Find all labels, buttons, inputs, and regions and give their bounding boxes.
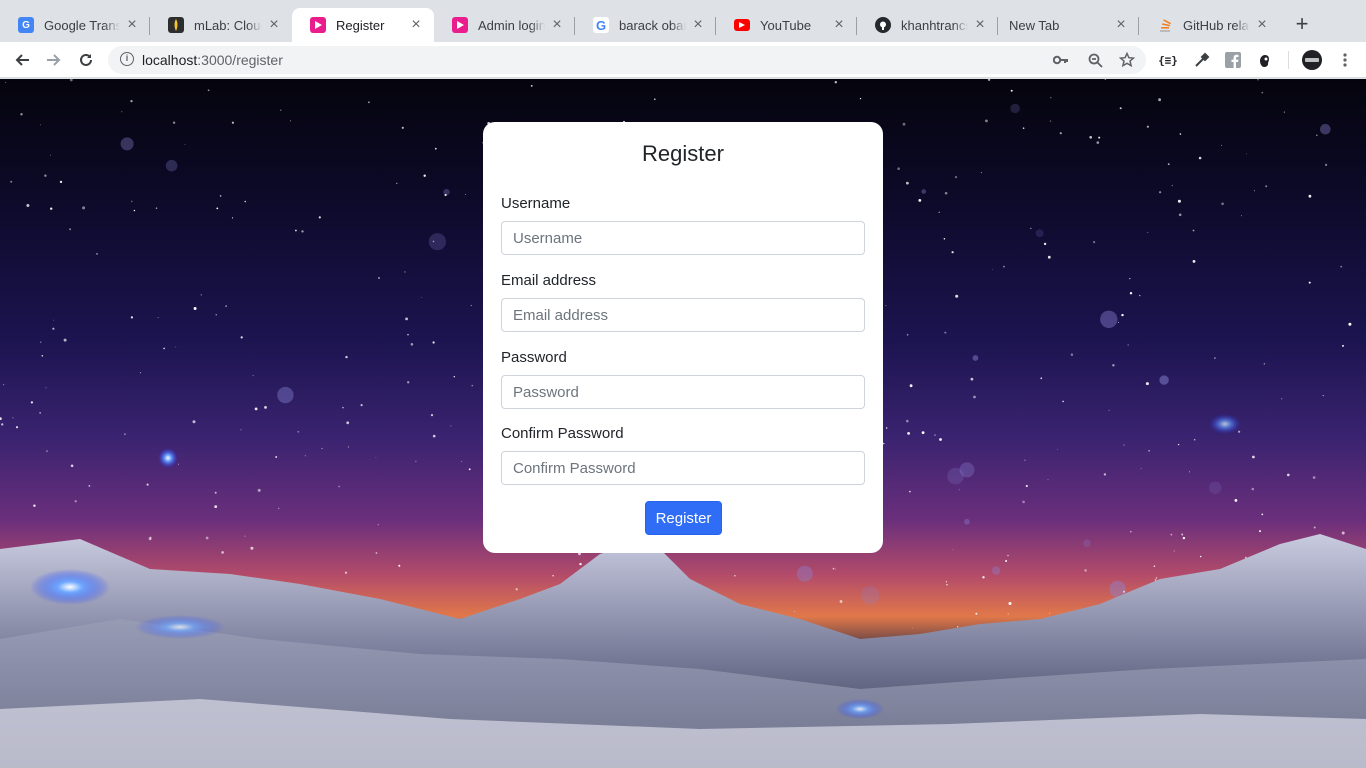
close-icon[interactable]: ×: [690, 17, 706, 33]
tab-youtube[interactable]: YouTube ×: [716, 8, 857, 42]
reload-button[interactable]: [74, 48, 98, 72]
github-icon: [875, 17, 891, 33]
tab-github-profile[interactable]: khanhtrancse ×: [857, 8, 998, 42]
username-input[interactable]: [501, 221, 865, 255]
info-icon[interactable]: i: [120, 52, 134, 66]
tab-title: New Tab: [1009, 17, 1060, 33]
new-tab-button[interactable]: +: [1290, 13, 1314, 37]
tab-title: khanhtrancse: [901, 17, 968, 33]
close-icon[interactable]: ×: [972, 17, 988, 33]
url-path: :3000/register: [197, 52, 283, 68]
tab-title: YouTube: [760, 17, 812, 33]
key-icon[interactable]: [1052, 51, 1070, 69]
close-icon[interactable]: ×: [831, 17, 847, 33]
confirm-password-label: Confirm Password: [501, 425, 624, 442]
email-input[interactable]: [501, 298, 865, 332]
tab-title: mLab: Cloud-: [194, 17, 262, 33]
forward-arrow-icon: [47, 54, 61, 66]
menu-dots-icon[interactable]: [1333, 48, 1357, 72]
hand-extension-icon[interactable]: [1253, 48, 1277, 72]
profile-avatar[interactable]: [1300, 48, 1324, 72]
json-viewer-extension-icon[interactable]: {≡}: [1156, 48, 1180, 72]
close-icon[interactable]: ×: [266, 17, 282, 33]
reload-icon: [80, 53, 92, 66]
close-icon[interactable]: ×: [408, 17, 424, 33]
youtube-icon: [734, 19, 750, 31]
close-icon[interactable]: ×: [124, 17, 140, 33]
google-icon: G: [593, 17, 609, 33]
username-label: Username: [501, 195, 571, 212]
close-icon[interactable]: ×: [1113, 17, 1129, 33]
tab-google-translate[interactable]: G Google Transl ×: [0, 8, 150, 42]
tab-admin-login[interactable]: Admin login ×: [434, 8, 575, 42]
eyedropper-extension-icon[interactable]: [1190, 48, 1214, 72]
email-label: Email address: [501, 272, 597, 289]
tab-barack-obama[interactable]: G barack obam ×: [575, 8, 716, 42]
page-viewport: Register Username Email address Password…: [0, 79, 1366, 768]
password-input[interactable]: [501, 375, 865, 409]
back-button[interactable]: [10, 48, 34, 72]
url-text: localhost:3000/register: [142, 52, 283, 68]
tab-title: Register: [336, 17, 385, 33]
browser-toolbar: i localhost:3000/register {≡}: [0, 42, 1366, 78]
close-icon[interactable]: ×: [549, 17, 565, 33]
register-card: Register Username Email address Password…: [483, 122, 883, 553]
register-button[interactable]: Register: [645, 501, 722, 535]
tab-title: GitHub relativ: [1183, 17, 1250, 33]
tab-strip: G Google Transl × mLab: Cloud- × Registe…: [0, 0, 1366, 42]
tab-new-tab[interactable]: New Tab ×: [998, 8, 1139, 42]
app-play-icon: [452, 17, 468, 33]
url-host: localhost: [142, 52, 198, 68]
close-icon[interactable]: ×: [1254, 17, 1270, 33]
tab-title: Google Transl: [44, 17, 120, 33]
app-play-icon: [310, 17, 326, 33]
tab-mlab[interactable]: mLab: Cloud- ×: [150, 8, 292, 42]
form-title: Register: [642, 141, 724, 166]
facebook-extension-icon[interactable]: [1221, 48, 1245, 72]
forward-button[interactable]: [42, 48, 66, 72]
tab-title: barack obam: [619, 17, 686, 33]
back-arrow-icon: [15, 54, 29, 66]
confirm-password-input[interactable]: [501, 451, 865, 485]
mlab-icon: [168, 17, 184, 33]
google-translate-icon: G: [18, 17, 34, 33]
tab-github-relative[interactable]: GitHub relativ ×: [1139, 8, 1280, 42]
tab-title: Admin login: [478, 17, 545, 33]
tab-register[interactable]: Register ×: [292, 8, 434, 42]
zoom-icon[interactable]: [1086, 51, 1104, 69]
address-bar[interactable]: i localhost:3000/register: [108, 46, 1146, 74]
password-label: Password: [501, 349, 567, 366]
bookmark-star-icon[interactable]: [1118, 51, 1136, 69]
stackoverflow-icon: [1157, 17, 1173, 33]
